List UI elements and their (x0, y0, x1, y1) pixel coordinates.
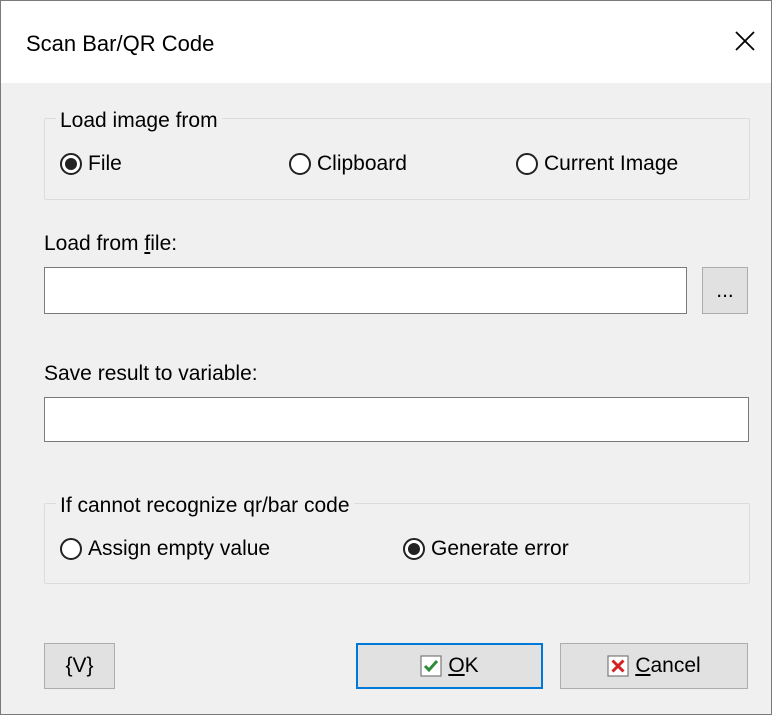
radio-selected-dot (408, 543, 420, 555)
cancel-button[interactable]: Cancel (560, 643, 748, 689)
radio-file-label: File (88, 152, 122, 175)
radio-clipboard-circle (289, 153, 311, 175)
radio-assign-empty-circle (60, 538, 82, 560)
browse-button-label: ... (716, 278, 734, 302)
checkmark-icon (420, 655, 442, 677)
cancel-mnemonic: C (635, 654, 651, 677)
load-from-file-label: Load from file: (44, 232, 177, 256)
radio-assign-empty[interactable]: Assign empty value (60, 537, 270, 561)
radio-current-image-circle (516, 153, 538, 175)
radio-file-circle (60, 153, 82, 175)
ok-button[interactable]: OK (356, 643, 543, 689)
radio-assign-empty-label: Assign empty value (88, 537, 271, 560)
variables-button[interactable]: {V} (44, 643, 115, 689)
label-part: ile: (150, 232, 178, 255)
radio-file[interactable]: File (60, 152, 122, 176)
radio-generate-error-circle (403, 538, 425, 560)
title-bar: Scan Bar/QR Code (1, 1, 771, 83)
ok-label: K (464, 654, 479, 677)
radio-clipboard[interactable]: Clipboard (289, 152, 407, 176)
close-button[interactable] (727, 23, 763, 59)
radio-generate-error[interactable]: Generate error (403, 537, 569, 561)
variables-button-label: {V} (65, 654, 94, 677)
label-part: Load from (44, 232, 145, 255)
load-image-legend: Load image from (56, 109, 222, 133)
ok-mnemonic: O (448, 654, 465, 677)
scan-code-dialog: Scan Bar/QR Code Load image from File Cl… (0, 0, 772, 715)
window-title: Scan Bar/QR Code (26, 31, 215, 56)
close-icon (735, 31, 755, 51)
radio-current-image[interactable]: Current Image (516, 152, 678, 176)
result-variable-input[interactable] (44, 397, 749, 442)
radio-current-image-label: Current Image (544, 152, 679, 175)
cancel-x-icon (607, 655, 629, 677)
error-handling-legend: If cannot recognize qr/bar code (56, 494, 354, 518)
browse-file-button[interactable]: ... (702, 267, 748, 314)
radio-generate-error-label: Generate error (431, 537, 569, 560)
radio-clipboard-label: Clipboard (317, 152, 407, 175)
save-result-label: Save result to variable: (44, 362, 258, 385)
file-path-input[interactable] (44, 267, 687, 314)
cancel-label: ancel (650, 654, 701, 677)
radio-selected-dot (65, 158, 77, 170)
